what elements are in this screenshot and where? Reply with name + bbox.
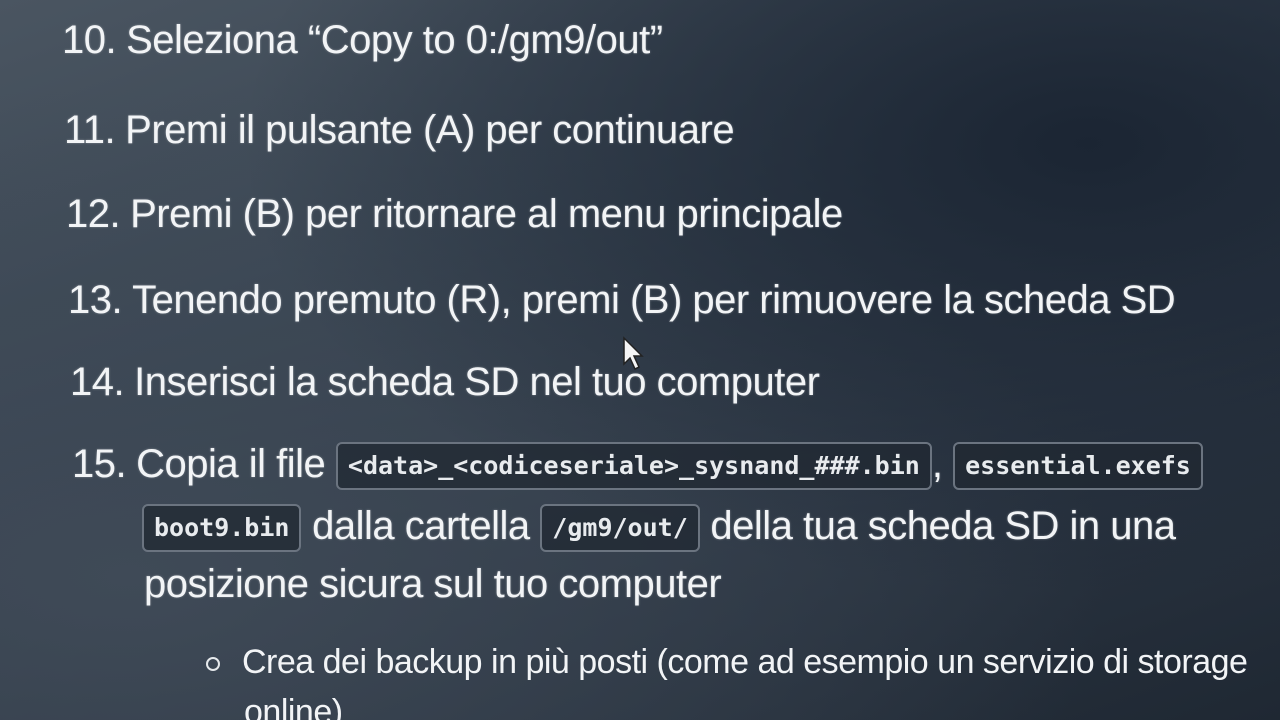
sub-bullet-line-2: online)	[244, 693, 343, 720]
step-15-suffix: della tua scheda SD in una	[710, 504, 1176, 548]
code-boot9-bin: boot9.bin	[142, 504, 302, 553]
step-10: 10. Seleziona “Copy to 0:/gm9/out”	[62, 18, 663, 62]
sub-bullet-line-1: Crea dei backup in più posti (come ad es…	[242, 643, 1248, 681]
step-15-prefix: Copia il file	[136, 442, 326, 486]
step-14-text: Inserisci la scheda SD nel tuo computer	[134, 360, 820, 404]
screen: 10. Seleziona “Copy to 0:/gm9/out” 11. Pre…	[0, 0, 1280, 720]
step-13: 13. Tenendo premuto (R), premi (B) per ri…	[68, 278, 1176, 322]
step-15: 15. Copia il file <data>_<codiceseriale>_…	[72, 440, 1203, 491]
code-sysnand-filename: <data>_<codiceseriale>_sysnand_###.bin	[335, 442, 932, 491]
step-11: 11. Premi il pulsante (A) per continuare	[64, 108, 735, 152]
code-essential-exefs: essential.exefs	[953, 442, 1203, 491]
step-12-text: Premi (B) per ritornare al menu principa…	[130, 192, 843, 236]
hollow-bullet-icon	[206, 657, 220, 672]
step-11-text: Premi il pulsante (A) per continuare	[125, 108, 735, 152]
code-gm9-out-folder: /gm9/out/	[540, 504, 700, 553]
instructions-document: 10. Seleziona “Copy to 0:/gm9/out” 11. Pre…	[0, 0, 1280, 720]
step-13-text: Tenendo premuto (R), premi (B) per rimuo…	[132, 278, 1176, 322]
step-15-line-2: boot9.bin dalla cartella /gm9/out/ della…	[142, 502, 1176, 553]
step-10-text: Seleziona “Copy to 0:/gm9/out”	[126, 18, 663, 62]
step-15-line-3: posizione sicura sul tuo computer	[144, 562, 722, 606]
step-15-separator: ,	[931, 442, 943, 486]
step-15-middle: dalla cartella	[312, 504, 530, 548]
mouse-cursor-icon	[623, 336, 644, 371]
step-12: 12. Premi (B) per ritornare al menu princ…	[66, 192, 843, 236]
sub-bullet: Crea dei backup in più posti (come ad es…	[206, 640, 1248, 684]
step-14: 14. Inserisci la scheda SD nel tuo comput…	[70, 360, 820, 404]
